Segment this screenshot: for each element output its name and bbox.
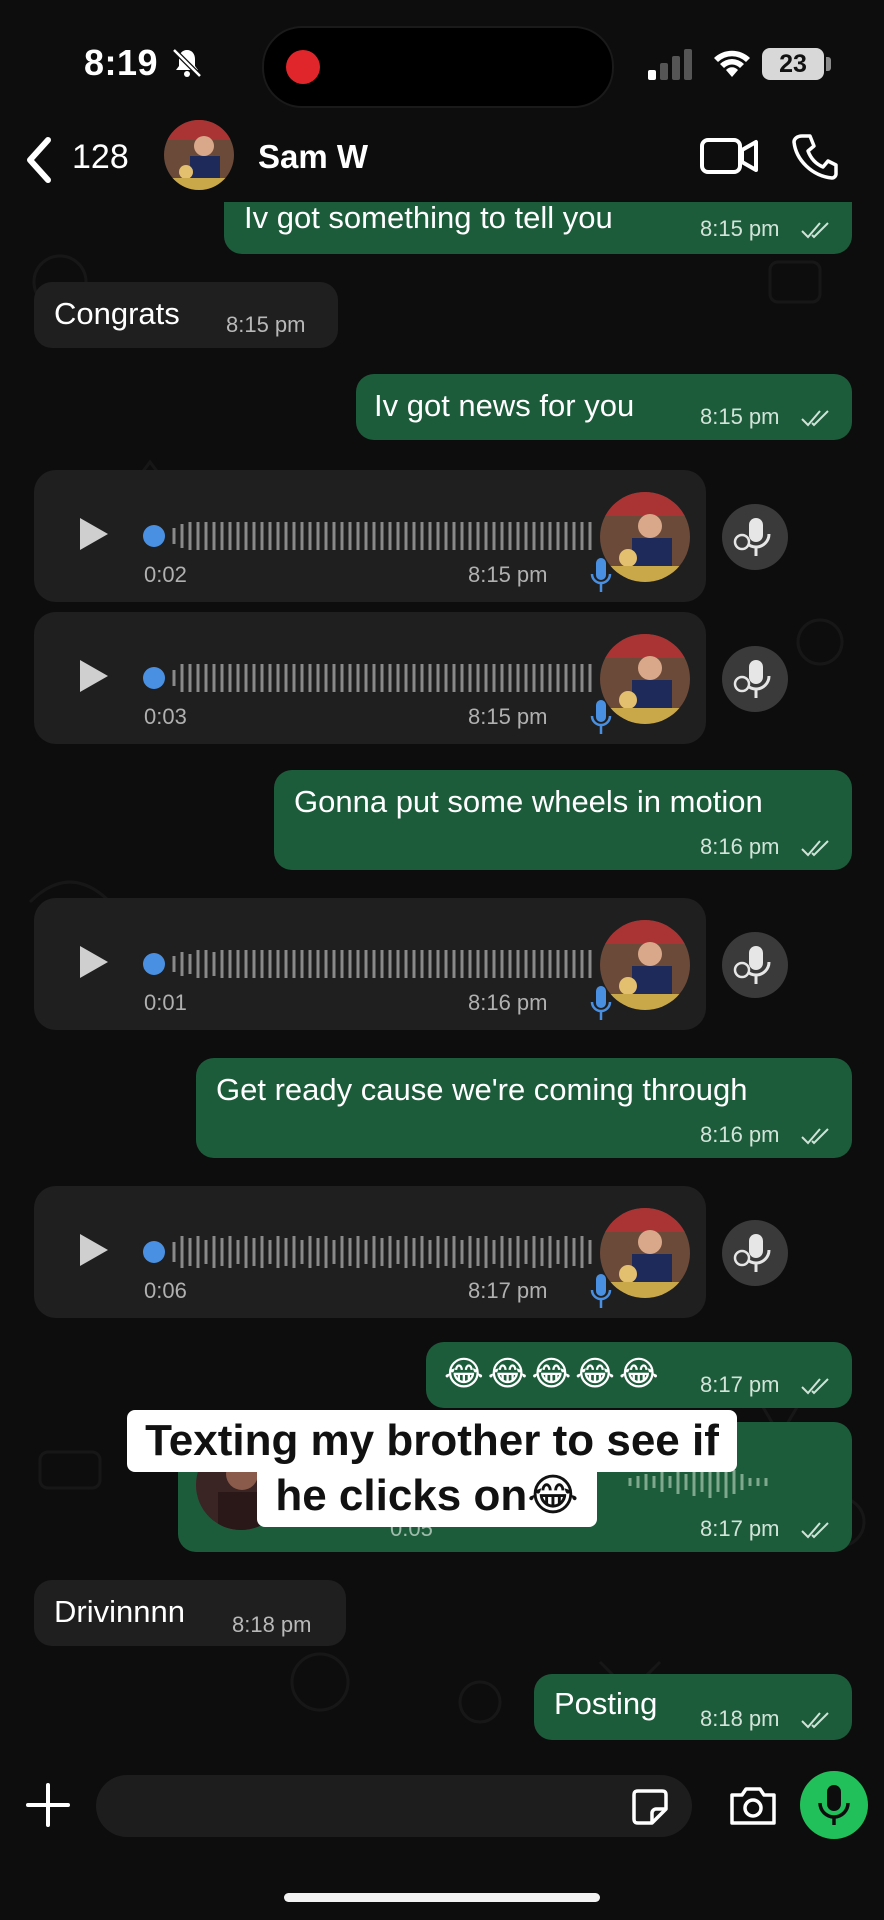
play-icon[interactable]	[78, 516, 110, 552]
sender-avatar	[196, 1440, 286, 1530]
voice-waveform[interactable]	[626, 1462, 816, 1502]
outgoing-message[interactable]: Iv got news for you 8:15 pm	[356, 374, 852, 440]
message-time: 8:15 pm	[468, 704, 548, 729]
message-list[interactable]: Iv got something to tell you 8:15 pm Con…	[0, 202, 884, 1757]
battery-level: 23	[762, 48, 824, 80]
voice-waveform[interactable]	[142, 516, 594, 556]
voice-duration: 0:02	[144, 562, 187, 587]
voice-waveform[interactable]	[142, 1232, 594, 1272]
mic-icon	[590, 986, 612, 1020]
message-time: 8:18 pm	[700, 1706, 780, 1731]
message-text: Congrats	[54, 296, 180, 331]
voice-message[interactable]: 0:01 8:16 pm	[34, 898, 706, 1030]
outgoing-message[interactable]: Gonna put some wheels in motion 8:16 pm	[274, 770, 852, 870]
message-input[interactable]	[96, 1775, 692, 1837]
play-icon[interactable]	[78, 658, 110, 694]
chat-header: 128 Sam W	[0, 118, 884, 202]
video-call-icon[interactable]	[700, 134, 758, 178]
voice-duration: 0:05	[390, 1516, 433, 1541]
sender-avatar	[600, 920, 690, 1010]
camera-icon[interactable]	[728, 1783, 778, 1827]
outgoing-message[interactable]: Iv got something to tell you 8:15 pm	[224, 202, 852, 254]
mic-icon	[818, 1785, 850, 1825]
contact-name[interactable]: Sam W	[258, 138, 368, 176]
status-bar: 8:19 23	[0, 0, 884, 118]
message-time: 8:17 pm	[700, 1372, 780, 1397]
plus-icon[interactable]	[24, 1781, 72, 1829]
sticker-icon[interactable]	[630, 1787, 670, 1827]
message-time: 8:17 pm	[468, 1278, 548, 1303]
read-ticks-icon	[801, 1378, 829, 1395]
message-text: Iv got news for you	[374, 388, 635, 423]
wifi-icon	[714, 50, 750, 77]
message-text: Gonna put some wheels in motion	[294, 784, 763, 819]
outgoing-message[interactable]: 😂😂😂😂😂 8:17 pm	[426, 1342, 852, 1408]
read-ticks-icon	[801, 1522, 829, 1539]
message-time: 8:16 pm	[700, 1122, 780, 1147]
sender-avatar	[600, 492, 690, 582]
transcribe-button[interactable]	[722, 646, 788, 712]
back-chevron-icon[interactable]	[22, 134, 56, 186]
message-time: 8:15 pm	[226, 312, 306, 337]
voice-waveform[interactable]	[142, 944, 594, 984]
mic-icon	[590, 558, 612, 592]
message-time: 8:16 pm	[700, 834, 780, 859]
outgoing-message[interactable]: Get ready cause we're coming through 8:1…	[196, 1058, 852, 1158]
muted-bell-icon	[172, 48, 202, 78]
voice-duration: 0:03	[144, 704, 187, 729]
voice-message[interactable]: 0:02 8:15 pm	[34, 470, 706, 602]
unread-count[interactable]: 128	[72, 138, 129, 177]
play-icon[interactable]	[78, 1232, 110, 1268]
voice-waveform[interactable]	[142, 658, 594, 698]
message-time: 8:18 pm	[232, 1612, 312, 1637]
sender-avatar	[600, 634, 690, 724]
sender-avatar	[600, 1208, 690, 1298]
transcribe-button[interactable]	[722, 932, 788, 998]
message-text: Get ready cause we're coming through	[216, 1072, 748, 1107]
message-time: 8:15 pm	[700, 404, 780, 429]
outgoing-message[interactable]: Posting 8:18 pm	[534, 1674, 852, 1740]
voice-message[interactable]: 0:03 8:15 pm	[34, 612, 706, 744]
message-time: 8:15 pm	[700, 216, 780, 241]
message-text: Iv got something to tell you	[244, 202, 613, 235]
read-ticks-icon	[801, 410, 829, 427]
recording-indicator	[286, 50, 320, 84]
mic-icon	[590, 700, 612, 734]
dynamic-island	[262, 26, 614, 108]
battery-tip	[826, 57, 831, 71]
message-text: Posting	[554, 1686, 658, 1721]
voice-record-button[interactable]	[800, 1771, 868, 1839]
read-ticks-icon	[801, 1128, 829, 1145]
outgoing-voice-message[interactable]: 0:05 8:17 pm	[178, 1422, 852, 1552]
phone-icon[interactable]	[792, 132, 838, 180]
play-icon[interactable]	[78, 944, 110, 980]
message-time: 8:16 pm	[468, 990, 548, 1015]
contact-avatar[interactable]	[164, 120, 234, 190]
status-time: 8:19	[84, 42, 159, 83]
read-ticks-icon	[801, 840, 829, 857]
incoming-message[interactable]: Drivinnnn 8:18 pm	[34, 1580, 346, 1646]
read-ticks-icon	[801, 222, 829, 239]
message-time: 8:17 pm	[700, 1516, 780, 1541]
message-text: 😂😂😂😂😂	[444, 1355, 663, 1393]
transcribe-button[interactable]	[722, 1220, 788, 1286]
mic-icon	[590, 1274, 612, 1308]
message-text: Drivinnnn	[54, 1594, 185, 1629]
home-indicator	[284, 1893, 600, 1902]
voice-duration: 0:01	[144, 990, 187, 1015]
composer-bar	[0, 1757, 884, 1920]
voice-message[interactable]: 0:06 8:17 pm	[34, 1186, 706, 1318]
voice-duration: 0:06	[144, 1278, 187, 1303]
signal-icon	[648, 49, 692, 80]
transcribe-button[interactable]	[722, 504, 788, 570]
read-ticks-icon	[801, 1712, 829, 1729]
message-time: 8:15 pm	[468, 562, 548, 587]
incoming-message[interactable]: Congrats 8:15 pm	[34, 282, 338, 348]
whatsapp-chat-screen: 8:19 23 128 Sam W Iv got something to te…	[0, 0, 884, 1920]
